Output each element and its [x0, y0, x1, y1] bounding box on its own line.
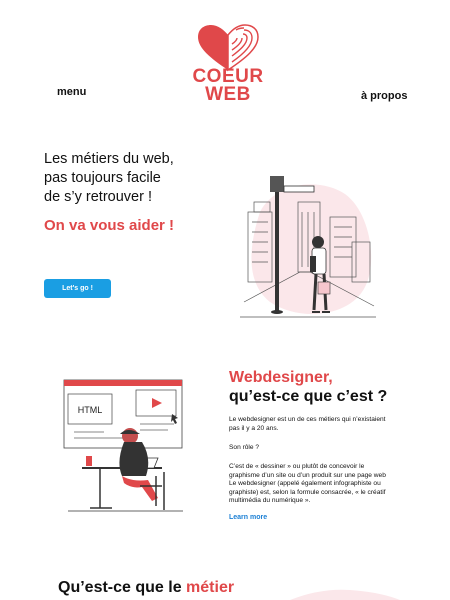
lets-go-button[interactable]: Let's go ! [44, 279, 111, 298]
logo[interactable]: COEUR WEB [188, 22, 268, 106]
webdesigner-paragraph-2: Son rôle ? [229, 444, 260, 451]
webdesigner-paragraph-1: Le webdesigner est un de ces métiers qui… [229, 416, 386, 432]
nav-menu-link[interactable]: menu [57, 86, 86, 98]
logo-text-line2: WEB [205, 84, 251, 105]
webdesigner-paragraph-3: C’est de « dessiner » ou plutôt de conce… [229, 463, 386, 505]
designer-at-desk-illustration: HTML [63, 379, 183, 512]
learn-more-link[interactable]: Learn more [229, 514, 267, 521]
city-street-illustration [240, 176, 376, 318]
metier-section-title: Qu’est-ce que le métier [58, 579, 234, 597]
hero-title-line: Les métiers du web, [44, 151, 174, 167]
webdesigner-title-black: qu’est-ce que c’est ? [229, 388, 388, 405]
metier-title-red: métier [186, 579, 235, 596]
heart-fingerprint-icon [198, 24, 259, 72]
hero-title: Les métiers du web, pas toujours facile … [44, 150, 204, 207]
hero-title-line: pas toujours facile [44, 170, 161, 186]
metier-title-black: Qu’est-ce que le [58, 579, 187, 596]
hero-tagline: On va vous aider ! [44, 217, 175, 234]
decorative-blob-shape [290, 589, 400, 600]
nav-about-link[interactable]: à propos [361, 90, 407, 102]
webdesigner-title: Webdesigner, qu’est-ce que c’est ? [229, 368, 387, 406]
webdesigner-title-red: Webdesigner, [229, 369, 333, 386]
html-label: HTML [78, 405, 103, 415]
hero-title-line: de s’y retrouver ! [44, 189, 152, 205]
